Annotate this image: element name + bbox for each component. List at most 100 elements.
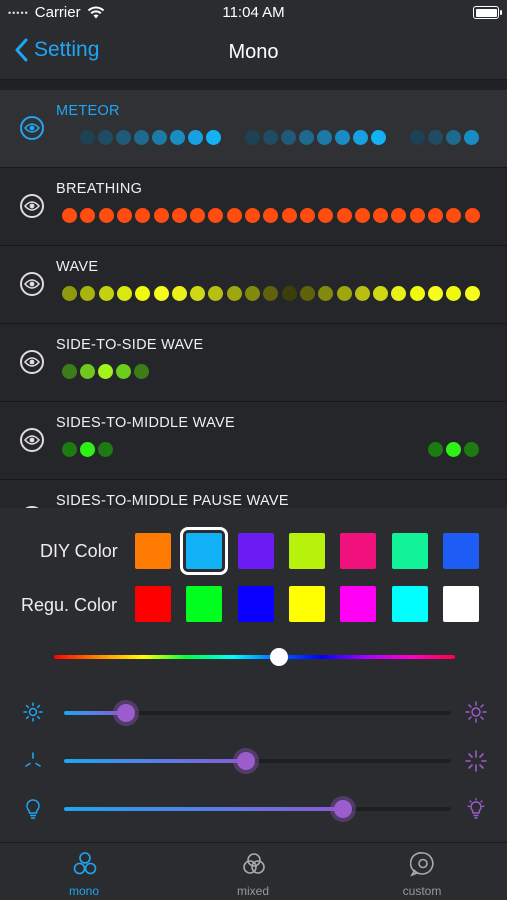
led-dot [116, 364, 131, 379]
regu-color-swatch[interactable] [340, 586, 377, 622]
led-dot [80, 364, 95, 379]
led-dot [354, 286, 370, 301]
led-dot [98, 130, 113, 145]
status-bar: ••••• Carrier 11:04 AM [0, 0, 507, 26]
diy-color-swatch[interactable] [237, 533, 274, 569]
diy-color-swatch[interactable] [180, 527, 229, 575]
led-dot [353, 130, 368, 145]
led-dot [299, 130, 314, 145]
led-dot [208, 286, 224, 301]
intensity-slider[interactable] [64, 800, 451, 818]
led-dot [391, 286, 407, 301]
regu-color-swatch[interactable] [186, 586, 223, 622]
regu-color-swatch[interactable] [442, 586, 479, 622]
effect-name: WAVE [56, 259, 99, 275]
led-dot [446, 208, 462, 223]
brightness-low-icon [23, 702, 43, 722]
led-dot [170, 130, 185, 145]
diy-color-swatch[interactable] [391, 533, 428, 569]
led-dot [226, 208, 242, 223]
led-dot [190, 208, 206, 223]
tab-custom[interactable]: custom [362, 843, 482, 900]
led-dot [80, 286, 96, 301]
color-control-panel: DIY Color Regu. Color [0, 508, 507, 842]
regu-color-label: Regu. Color [21, 595, 118, 615]
hue-slider-thumb[interactable] [269, 648, 288, 666]
led-dot [80, 208, 96, 223]
led-dot [80, 130, 95, 145]
regu-color-swatch[interactable] [391, 586, 428, 622]
bulb-on-icon [467, 798, 485, 819]
led-dot [263, 130, 278, 145]
tab-mixed[interactable]: mixed [193, 843, 313, 900]
led-dot [245, 208, 260, 223]
hue-slider[interactable] [54, 648, 455, 666]
mixed-circles-icon [243, 853, 265, 874]
led-dot [190, 286, 206, 301]
battery-icon [473, 6, 502, 19]
led-dot [245, 286, 260, 301]
effect-name: SIDE-TO-SIDE WAVE [56, 337, 204, 353]
effect-item-sides-to-middle-wave[interactable]: SIDES-TO-MIDDLE WAVE [0, 402, 507, 480]
led-dot [318, 208, 334, 223]
led-dot [206, 130, 221, 145]
tab-mono[interactable]: mono [24, 843, 144, 900]
led-dot [336, 208, 352, 223]
navigation-bar: Setting Mono [0, 26, 507, 80]
bulb-off-icon [26, 799, 40, 819]
status-time: 11:04 AM [222, 4, 285, 21]
led-dot [62, 364, 77, 379]
eye-icon [20, 428, 44, 452]
effect-item-breathing[interactable]: BREATHING [0, 168, 507, 246]
led-dot [135, 208, 151, 223]
regu-color-swatch[interactable] [135, 586, 171, 622]
effect-item-meteor[interactable]: METEOR [0, 90, 507, 168]
led-dot [281, 130, 296, 145]
led-dot [245, 130, 260, 145]
led-dot [62, 442, 77, 457]
effect-item-wave[interactable]: WAVE [0, 246, 507, 324]
led-dot [171, 286, 187, 301]
brightness-high-icon [465, 701, 487, 723]
led-dot [446, 442, 461, 457]
custom-chat-icon [410, 852, 434, 877]
led-dot [464, 442, 479, 457]
effect-item-sides-to-middle-pause-wave[interactable]: SIDES-TO-MIDDLE PAUSE WAVE [0, 480, 507, 508]
led-dot [373, 286, 389, 301]
regu-color-swatch[interactable] [237, 586, 274, 622]
speed-slider[interactable] [64, 752, 451, 770]
effect-item-side-to-side-wave[interactable]: SIDE-TO-SIDE WAVE [0, 324, 507, 402]
led-dot [188, 130, 203, 145]
led-dot [226, 286, 242, 301]
led-dot [80, 442, 95, 457]
led-dot [428, 208, 443, 223]
led-dot [116, 130, 131, 145]
effect-name: BREATHING [56, 181, 143, 197]
led-dot [281, 208, 297, 223]
intensity-slider-fill [64, 807, 343, 811]
led-dot [98, 442, 113, 457]
mono-circles-icon [73, 852, 97, 875]
led-dot [371, 130, 386, 145]
led-dot [299, 208, 315, 223]
regu-color-swatch[interactable] [288, 586, 325, 622]
led-dot [62, 286, 77, 301]
speed-slow-icon [25, 752, 41, 767]
brightness-slider-thumb[interactable] [116, 704, 135, 722]
intensity-slider-thumb[interactable] [333, 800, 352, 818]
led-dot [446, 286, 462, 301]
speed-slider-thumb[interactable] [236, 752, 255, 770]
speed-fast-icon [465, 750, 487, 772]
led-dot [317, 130, 332, 145]
effect-name: SIDES-TO-MIDDLE PAUSE WAVE [56, 493, 289, 508]
diy-color-swatch[interactable] [288, 533, 325, 569]
tab-label: custom [402, 884, 442, 898]
brightness-slider[interactable] [64, 704, 451, 722]
diy-color-swatch[interactable] [442, 533, 479, 569]
diy-color-swatch[interactable] [340, 533, 377, 569]
diy-color-swatch[interactable] [135, 533, 171, 569]
eye-icon [20, 272, 44, 296]
led-dot [373, 208, 389, 223]
led-dot [318, 286, 334, 301]
eye-icon [20, 116, 44, 140]
